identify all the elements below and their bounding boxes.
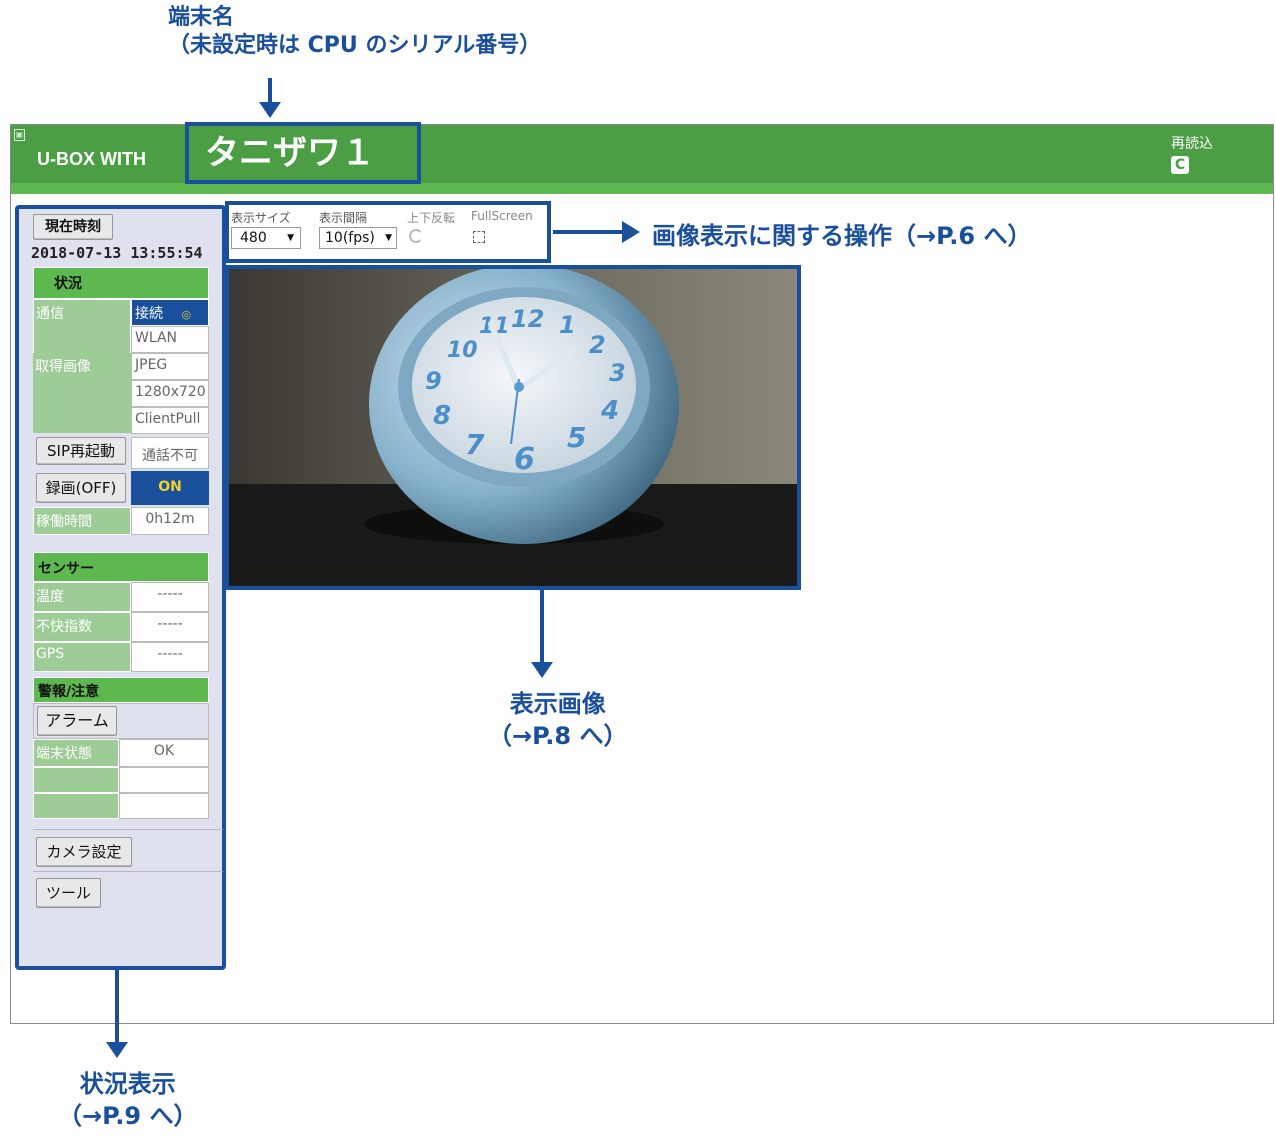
camera-image: 12 1 2 3 4 5 6 7 8 9 10 11 <box>225 265 801 590</box>
divider <box>33 829 223 830</box>
interval-label: 表示間隔 <box>319 211 368 225</box>
clock-number: 7 <box>465 428 485 461</box>
clock-number: 12 <box>511 305 544 333</box>
comm-status-icon: ◎ <box>181 308 192 321</box>
comm-value-text: 接続 <box>135 306 163 322</box>
annotation-display-line1: 表示画像 <box>509 690 606 718</box>
image-format-value: JPEG <box>131 353 209 380</box>
annotation-display: 表示画像 （→P.8 へ） <box>488 688 627 752</box>
temp-value: ----- <box>131 582 209 612</box>
image-mode-value: ClientPull <box>131 407 209 434</box>
arrow-head-display <box>531 662 553 678</box>
clock-number: 3 <box>609 359 626 387</box>
alarm-button[interactable]: アラーム <box>37 706 117 736</box>
uptime-value: 0h12m <box>131 507 209 535</box>
current-datetime: 2018-07-13 13:55:54 <box>31 244 203 262</box>
camera-settings-button[interactable]: カメラ設定 <box>36 837 132 867</box>
reload-button[interactable]: 再読込 C <box>1171 133 1213 174</box>
call-status-value: 通話不可 <box>131 437 209 469</box>
current-time-button[interactable]: 現在時刻 <box>33 214 113 240</box>
clock-number: 2 <box>589 331 606 359</box>
arrow-to-status-panel <box>115 970 119 1042</box>
sensor-header: センサー <box>33 552 209 582</box>
empty-alert-value-1 <box>119 767 209 793</box>
arrow-to-controls <box>553 230 623 234</box>
arrow-head-status <box>106 1042 128 1058</box>
annotation-terminal-name-line1: 端末名 <box>168 5 235 30</box>
clock-center <box>514 382 524 392</box>
header-strip <box>11 183 1273 194</box>
alert-header: 警報/注意 <box>33 677 209 703</box>
empty-alert-label-2 <box>33 793 119 819</box>
annotation-display-line2: （→P.8 へ） <box>488 722 628 750</box>
rotate-icon[interactable] <box>409 229 423 243</box>
divider <box>33 871 223 872</box>
image-resolution-value: 1280x720 <box>131 380 209 407</box>
size-select[interactable]: 480 ▼ <box>231 227 301 249</box>
chevron-down-icon: ▼ <box>385 233 392 243</box>
annotation-status-line1: 状況表示 <box>79 1070 176 1098</box>
empty-alert-label-1 <box>33 767 119 793</box>
reload-label: 再読込 <box>1171 136 1213 152</box>
corner-icon[interactable]: ▣ <box>14 129 25 141</box>
size-label: 表示サイズ <box>231 211 291 225</box>
clock-number: 5 <box>567 421 586 454</box>
gps-value: ----- <box>131 642 209 672</box>
sip-restart-button[interactable]: SIP再起動 <box>36 437 126 465</box>
status-green-fill <box>33 383 131 433</box>
interval-select-value: 10(fps) <box>325 230 375 246</box>
arrow-head-controls <box>622 221 640 243</box>
empty-alert-value-2 <box>119 793 209 819</box>
clock-number: 9 <box>425 367 442 395</box>
wlan-value: WLAN <box>131 326 209 353</box>
arrow-to-display <box>540 590 544 662</box>
terminal-name: タニザワ１ <box>185 122 421 184</box>
annotation-status: 状況表示 （→P.9 へ） <box>58 1068 197 1132</box>
image-label: 取得画像 <box>33 353 131 383</box>
comm-value: 接続 ◎ <box>131 299 209 326</box>
chevron-down-icon: ▼ <box>287 233 294 243</box>
clock-number: 8 <box>433 401 451 431</box>
arrow-head-terminal-name <box>259 102 281 118</box>
interval-select[interactable]: 10(fps) ▼ <box>319 227 397 249</box>
display-controls: 表示サイズ 480 ▼ 表示間隔 10(fps) ▼ 上下反転 FullScre… <box>225 201 551 263</box>
tools-button[interactable]: ツール <box>36 878 101 908</box>
size-select-value: 480 <box>240 230 267 246</box>
terminal-state-label: 端末状態 <box>33 739 119 767</box>
annotation-status-line2: （→P.9 へ） <box>58 1102 198 1130</box>
record-button[interactable]: 録画(OFF) <box>36 473 126 503</box>
reload-icon[interactable]: C <box>1171 156 1189 174</box>
temp-label: 温度 <box>33 582 131 612</box>
clock-number: 10 <box>447 338 478 363</box>
annotation-terminal-name: 端末名 （未設定時は CPU のシリアル番号） <box>168 4 541 60</box>
status-header: 状況 <box>33 267 209 299</box>
gps-label: GPS <box>33 642 131 672</box>
discomfort-label: 不快指数 <box>33 612 131 642</box>
fullscreen-icon[interactable] <box>473 231 485 243</box>
arrow-to-terminal-name <box>268 78 272 104</box>
clock-number: 4 <box>600 396 619 426</box>
status-panel: 現在時刻 2018-07-13 13:55:54 状況 通信 接続 ◎ WLAN… <box>15 205 226 970</box>
brand-title: U-BOX WITH <box>37 149 146 169</box>
fullscreen-label: FullScreen <box>471 209 533 223</box>
clock-number: 1 <box>559 311 576 339</box>
clock-image: 12 1 2 3 4 5 6 7 8 9 10 11 <box>229 269 797 586</box>
discomfort-value: ----- <box>131 612 209 642</box>
annotation-terminal-name-line2: （未設定時は CPU のシリアル番号） <box>168 33 542 58</box>
terminal-state-value: OK <box>119 739 209 767</box>
clock-number: 6 <box>514 442 535 477</box>
flip-label: 上下反転 <box>407 211 456 225</box>
record-state: ON <box>131 471 209 505</box>
annotation-controls: 画像表示に関する操作（→P.6 へ） <box>652 222 1032 250</box>
uptime-label: 稼働時間 <box>33 507 131 535</box>
